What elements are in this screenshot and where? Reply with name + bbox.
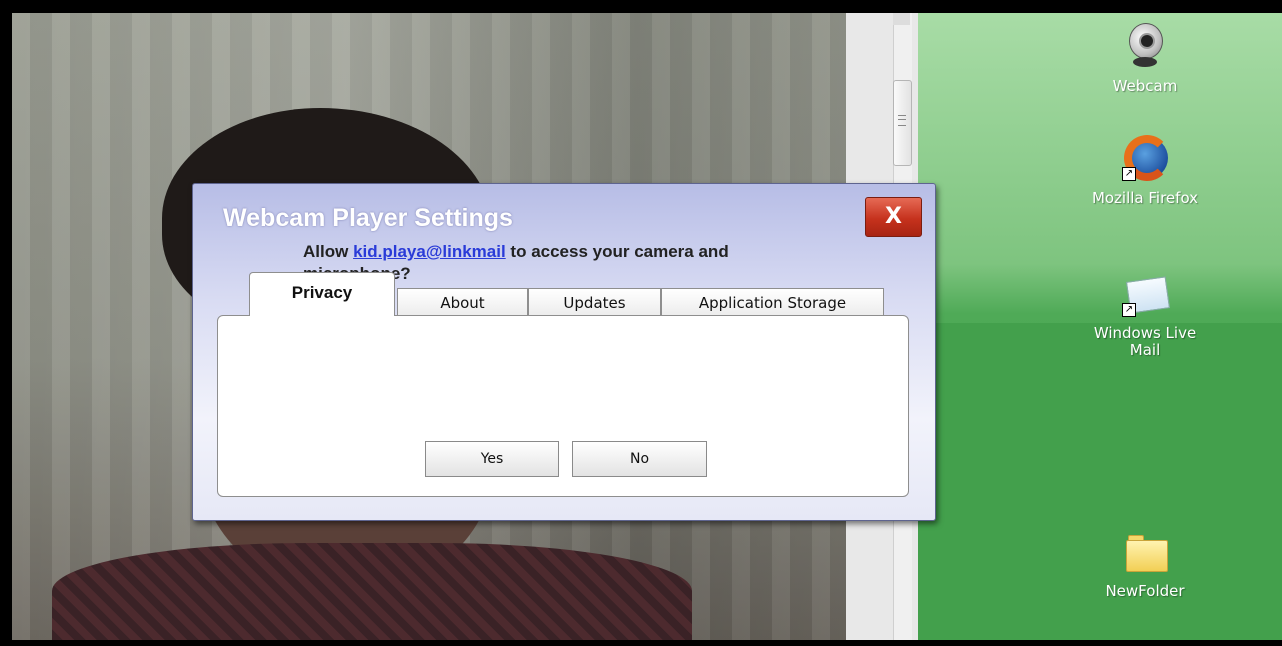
scrollbar-grip-icon [898, 115, 906, 126]
question-prefix: Allow [303, 242, 354, 261]
firefox-icon: ↗ [1120, 135, 1170, 185]
tab-application-storage[interactable]: Application Storage [661, 288, 884, 316]
scrollbar-thumb[interactable] [893, 80, 912, 166]
settings-dialog: Webcam Player Settings X Privacy About U… [192, 183, 936, 521]
desktop-background: Webcam ↗ Mozilla Firefox ↗ Windows Live … [918, 13, 1282, 640]
person-shirt [52, 543, 692, 640]
no-button[interactable]: No [572, 441, 707, 477]
desktop-icon-label: Mozilla Firefox [1091, 189, 1199, 207]
dialog-title: Webcam Player Settings [223, 204, 513, 232]
webcam-icon [1120, 23, 1170, 73]
tab-updates[interactable]: Updates [528, 288, 661, 316]
close-button[interactable]: X [865, 197, 922, 237]
tab-about[interactable]: About [397, 288, 528, 316]
desktop-icon-label: Webcam [1112, 77, 1178, 95]
shortcut-arrow-icon: ↗ [1122, 167, 1136, 181]
privacy-panel [217, 315, 909, 497]
shortcut-arrow-icon: ↗ [1122, 303, 1136, 317]
yes-button[interactable]: Yes [425, 441, 559, 477]
tab-privacy[interactable]: Privacy [249, 272, 395, 316]
top-frame [0, 0, 1282, 13]
desktop-icon-firefox[interactable]: ↗ Mozilla Firefox [1070, 135, 1220, 207]
mail-icon: ↗ [1120, 271, 1171, 321]
desktop-icon-newfolder[interactable]: NewFolder [1070, 528, 1220, 600]
desktop-icon-label: NewFolder [1105, 582, 1185, 600]
desktop-icon-windows-live-mail[interactable]: ↗ Windows Live Mail [1070, 271, 1220, 359]
account-link[interactable]: kid.playa@linkmail [353, 242, 506, 261]
folder-icon [1120, 528, 1170, 578]
desktop-icon-label: Windows Live Mail [1093, 324, 1197, 359]
bottom-frame [0, 640, 1282, 646]
left-frame [0, 0, 12, 646]
scroll-up-button[interactable] [893, 13, 910, 25]
desktop-icon-webcam[interactable]: Webcam [1070, 23, 1220, 95]
